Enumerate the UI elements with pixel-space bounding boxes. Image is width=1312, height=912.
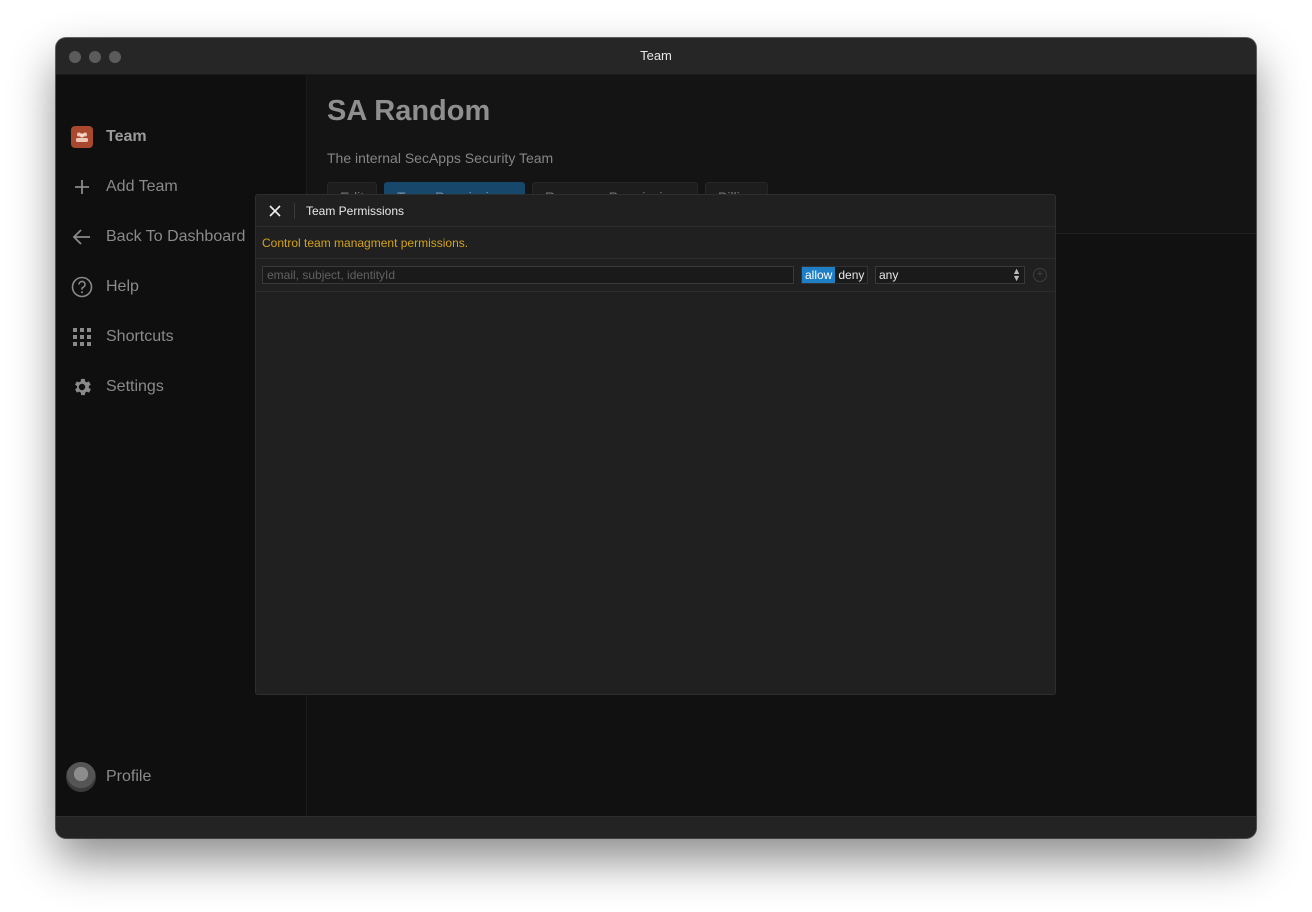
avatar (66, 762, 96, 792)
allow-option[interactable]: allow (802, 267, 836, 283)
sidebar-brand[interactable]: Team (56, 117, 306, 157)
team-permissions-dialog: Team Permissions Control team managment … (255, 194, 1056, 695)
status-bar (56, 816, 1256, 838)
title-bar: Team (56, 38, 1256, 75)
header-divider (294, 203, 295, 219)
page-title: SA Random (327, 95, 491, 127)
updown-arrows-icon: ▲ ▼ (1012, 266, 1021, 283)
sidebar-item-label: Profile (106, 768, 152, 785)
sidebar-item-label: Back To Dashboard (106, 228, 246, 245)
window-title: Team (640, 48, 672, 63)
sidebar-brand-label: Team (106, 128, 147, 145)
sidebar-item-label: Add Team (106, 178, 178, 195)
dialog-title: Team Permissions (306, 204, 405, 218)
effect-toggle: allow deny (801, 266, 869, 284)
identity-search-input[interactable] (262, 266, 794, 284)
sidebar-item-label: Help (106, 278, 139, 295)
arrow-left-icon (70, 225, 94, 249)
grid-icon (70, 325, 94, 349)
scope-select-value: any (879, 268, 899, 282)
close-icon (269, 205, 281, 217)
team-logo-icon (70, 125, 94, 149)
page-subtitle: The internal SecApps Security Team (327, 150, 554, 166)
dialog-header: Team Permissions (256, 195, 1055, 227)
sidebar-item-label: Settings (106, 378, 164, 395)
help-icon (70, 275, 94, 299)
dialog-description: Control team managment permissions. (262, 236, 469, 250)
add-permission-button[interactable]: + (1033, 268, 1047, 282)
app-window: Team Team Add Team Back To Dashboard Hel… (56, 38, 1256, 838)
close-dialog-button[interactable] (266, 202, 284, 220)
gear-icon (70, 375, 94, 399)
permission-form-row: allow deny any ▲▼ + (256, 259, 1055, 292)
plus-icon (70, 175, 94, 199)
deny-option[interactable]: deny (835, 267, 867, 283)
scope-select[interactable]: any ▲ ▼ (875, 266, 1025, 284)
sidebar-item-profile[interactable]: Profile (56, 757, 306, 797)
sidebar-item-label: Shortcuts (106, 328, 174, 345)
